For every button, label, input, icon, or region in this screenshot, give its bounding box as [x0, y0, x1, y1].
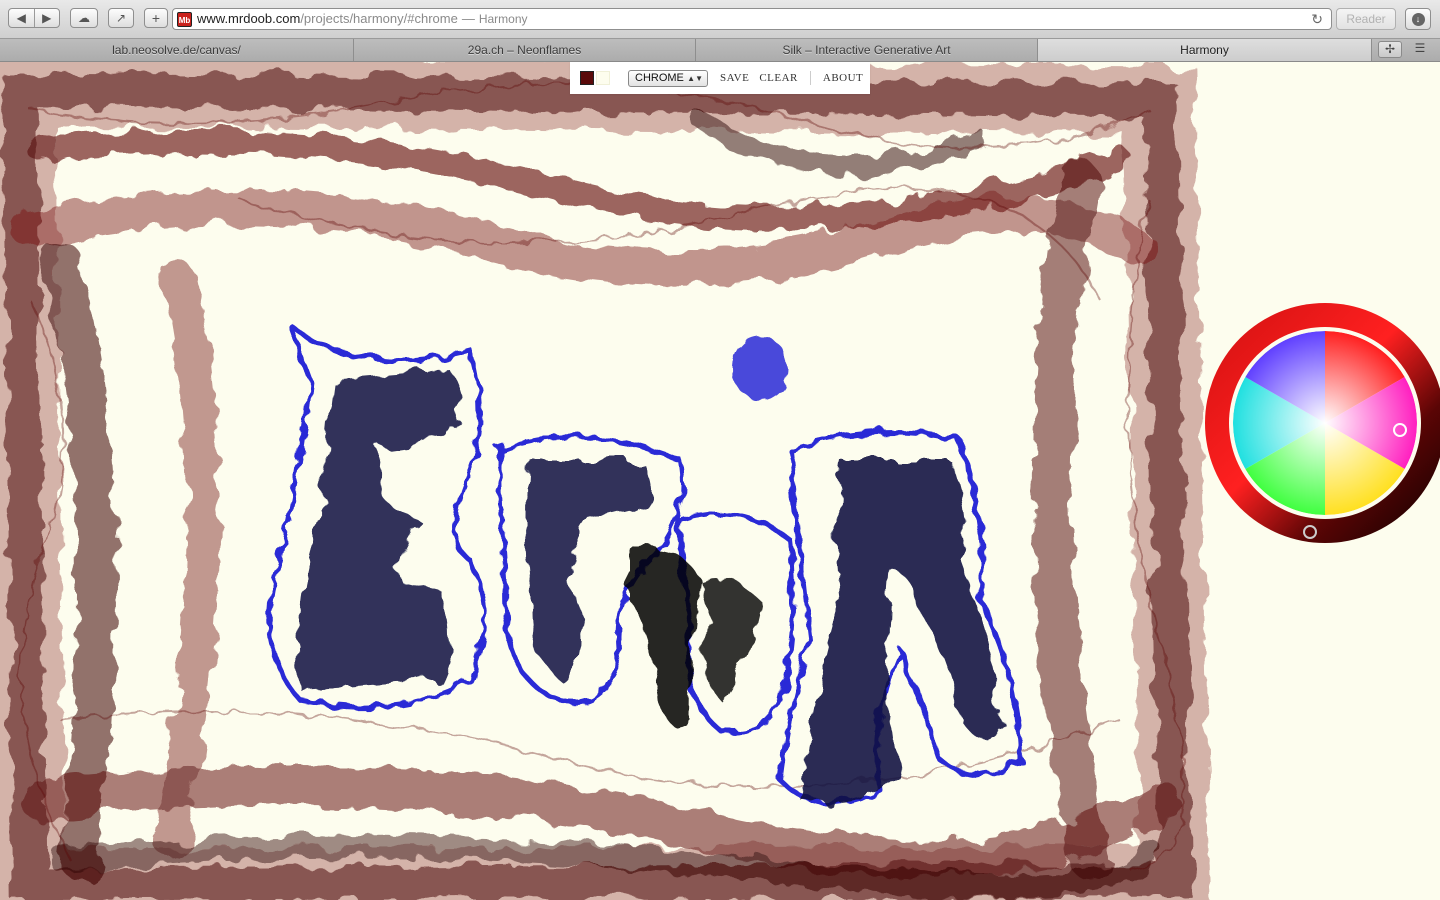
favicon: Mb [177, 11, 192, 27]
download-button[interactable]: ↓ [1405, 8, 1431, 30]
reader-button[interactable]: Reader [1336, 8, 1396, 30]
foreground-color-swatch[interactable] [580, 71, 594, 85]
browser-toolbar: ◀ ▶ ☁ ↗ + Mb www.mrdoob.com/projects/har… [0, 0, 1440, 39]
clear-button[interactable]: CLEAR [759, 72, 798, 84]
tab-neonflames[interactable]: 29a.ch – Neonflames [354, 39, 696, 61]
tab-list-icon[interactable]: ☰ [1408, 41, 1432, 58]
address-bar[interactable]: Mb www.mrdoob.com/projects/harmony/#chro… [172, 8, 1332, 30]
hue-disc[interactable] [1233, 331, 1417, 515]
share-icon[interactable]: ↗ [108, 8, 134, 28]
new-tab-icon[interactable]: ✢ [1378, 41, 1402, 58]
background-color-swatch[interactable] [596, 71, 610, 85]
tab-harmony[interactable]: Harmony [1038, 39, 1372, 61]
select-arrows-icon: ▲▼ [687, 73, 703, 83]
download-icon: ↓ [1411, 12, 1425, 26]
tab-bar: lab.neosolve.de/canvas/ 29a.ch – Neonfla… [0, 39, 1440, 62]
about-button[interactable]: ABOUT [823, 72, 863, 84]
menu-divider [809, 71, 811, 85]
url-page-title: Harmony [478, 12, 528, 26]
tab-neosolve[interactable]: lab.neosolve.de/canvas/ [0, 39, 354, 61]
tab-silk[interactable]: Silk – Interactive Generative Art [696, 39, 1038, 61]
icloud-icon[interactable]: ☁ [70, 8, 98, 28]
url-path: /projects/harmony/#chrome [300, 11, 458, 26]
back-icon[interactable]: ◀ [9, 9, 34, 27]
reload-icon[interactable]: ↻ [1311, 9, 1323, 29]
brush-select-value: CHROME [635, 72, 684, 84]
add-icon[interactable]: + [144, 8, 168, 28]
blue-dot [732, 336, 788, 400]
harmony-menu: CHROME ▲▼ SAVE CLEAR ABOUT [570, 62, 870, 94]
url-separator: — [461, 11, 475, 26]
color-wheel-picker[interactable] [1205, 303, 1440, 543]
url-domain: www.mrdoob.com [197, 11, 301, 26]
save-button[interactable]: SAVE [720, 72, 749, 84]
history-buttons: ◀ ▶ [8, 8, 60, 28]
brush-select[interactable]: CHROME ▲▼ [628, 69, 708, 87]
forward-icon[interactable]: ▶ [33, 9, 60, 27]
